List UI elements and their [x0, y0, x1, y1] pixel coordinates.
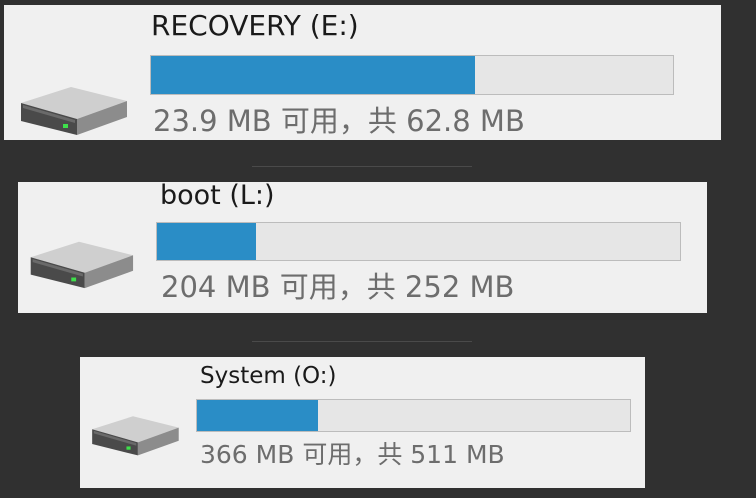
drive-space-text: 204 MB 可用，共 252 MB	[161, 270, 515, 304]
usage-bar-fill	[157, 223, 257, 260]
usage-bar	[196, 399, 631, 432]
drive-space-text: 366 MB 可用，共 511 MB	[200, 440, 505, 469]
drive-name: RECOVERY (E:)	[151, 9, 359, 42]
usage-bar	[156, 222, 681, 261]
hard-drive-icon	[20, 236, 138, 292]
usage-bar-fill	[197, 400, 319, 431]
divider	[252, 166, 472, 167]
hard-drive-icon	[10, 81, 132, 139]
drive-tile-boot[interactable]: boot (L:) 204 MB 可用，共 252 MB	[18, 182, 707, 313]
drive-name: boot (L:)	[160, 182, 275, 211]
drive-tile-system[interactable]: System (O:) 366 MB 可用，共 511 MB	[80, 357, 645, 488]
drive-tile-recovery[interactable]: RECOVERY (E:) 23.9 MB 可用，共 62.8 MB	[4, 5, 721, 140]
usage-bar	[150, 55, 674, 95]
drive-space-text: 23.9 MB 可用，共 62.8 MB	[153, 104, 525, 138]
drives-panel: RECOVERY (E:) 23.9 MB 可用，共 62.8 MB boot …	[0, 0, 756, 498]
usage-bar-fill	[151, 56, 475, 94]
divider	[252, 341, 472, 342]
drive-name: System (O:)	[200, 363, 337, 389]
hard-drive-icon	[84, 410, 182, 460]
